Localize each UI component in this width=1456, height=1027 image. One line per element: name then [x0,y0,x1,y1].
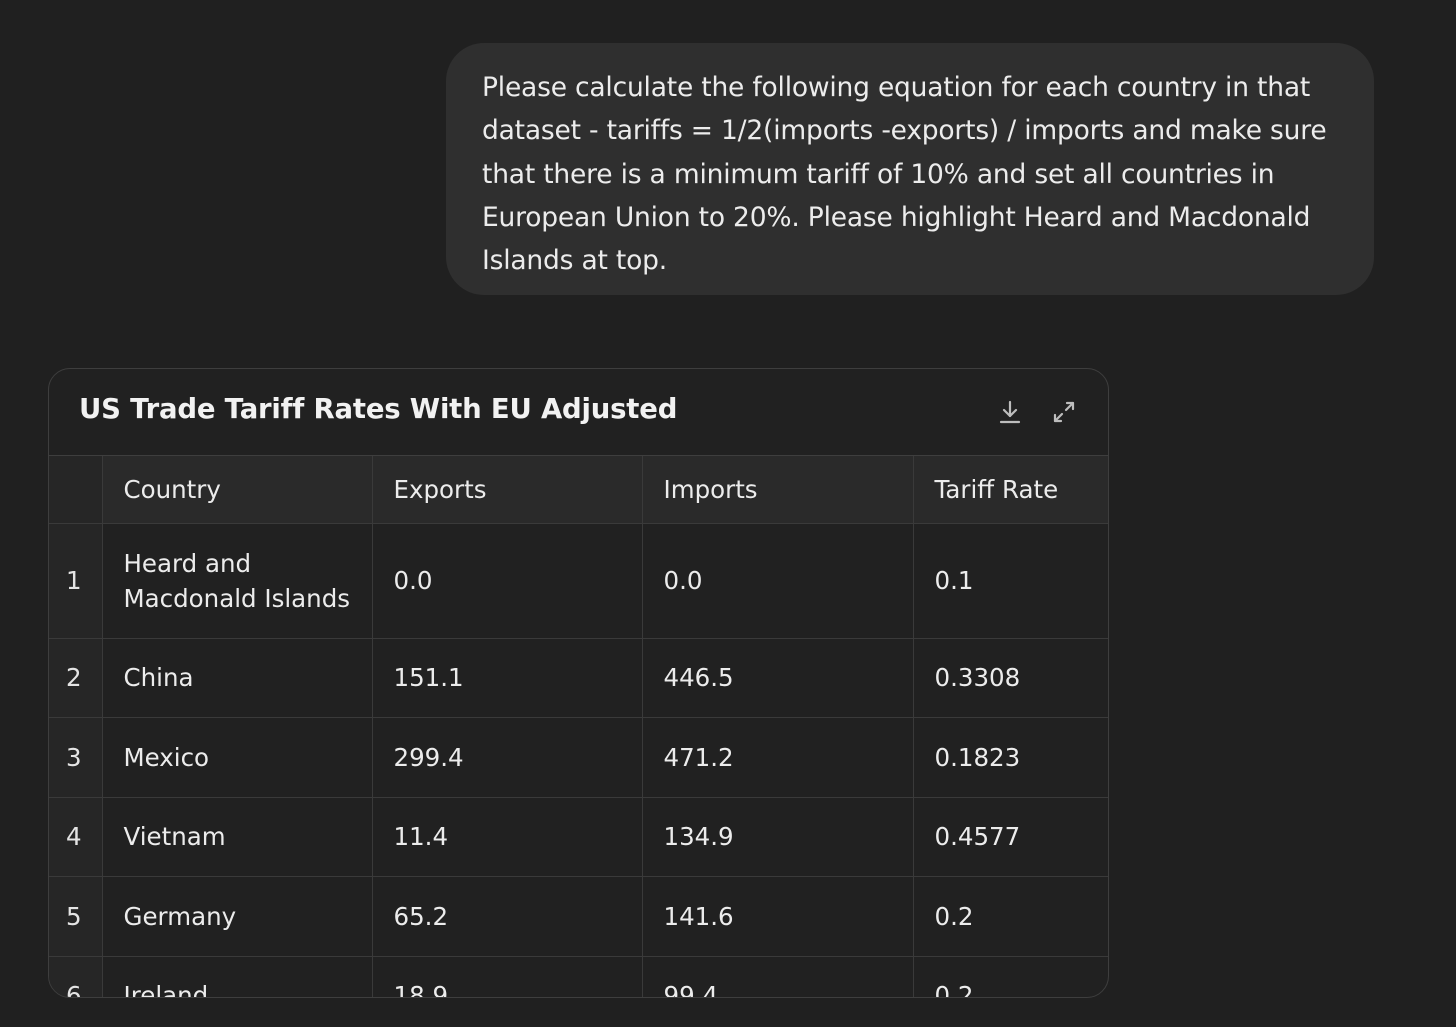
chat-page: Please calculate the following equation … [0,0,1456,1027]
country-name-line: Heard and [123,548,252,578]
exports-cell: 0.0 [372,523,643,639]
row-index: 6 [49,956,103,997]
imports-cell: 99.4 [642,956,914,997]
row-index: 3 [49,717,103,798]
imports-cell: 471.2 [642,717,914,798]
imports-cell: 134.9 [642,797,914,877]
table-title: US Trade Tariff Rates With EU Adjusted [79,393,678,425]
tariff-rate-cell: 0.1 [913,523,1108,639]
imports-cell: 0.0 [642,523,914,639]
exports-cell: 299.4 [372,717,643,798]
country-cell: Vietnam [102,797,373,877]
table-row: 3 Mexico 299.4 471.2 0.1823 [49,717,1108,798]
data-table-card: US Trade Tariff Rates With EU Adjusted C… [48,368,1109,998]
country-name-line: Macdonald Islands [123,583,351,613]
index-column-header [49,456,103,524]
country-cell: Heard and Macdonald Islands [102,523,373,639]
column-header-tariff-rate[interactable]: Tariff Rate [913,456,1108,524]
tariff-rate-cell: 0.3308 [913,638,1108,718]
row-index: 5 [49,876,103,957]
row-index: 2 [49,638,103,718]
exports-cell: 18.9 [372,956,643,997]
country-cell: Mexico [102,717,373,798]
country-cell: China [102,638,373,718]
table-row: 1 Heard and Macdonald Islands 0.0 0.0 0.… [49,523,1108,639]
tariff-rate-cell: 0.1823 [913,717,1108,798]
tariff-table: Country Exports Imports Tariff Rate 1 He… [49,456,1108,997]
row-index: 4 [49,797,103,877]
column-header-exports[interactable]: Exports [372,456,643,524]
tariff-rate-cell: 0.4577 [913,797,1108,877]
table-header-row: Country Exports Imports Tariff Rate [49,456,1108,524]
table-row: 2 China 151.1 446.5 0.3308 [49,638,1108,718]
user-message-line: European Union to 20%. Please highlight … [482,201,1311,233]
exports-cell: 65.2 [372,876,643,957]
imports-cell: 446.5 [642,638,914,718]
download-button[interactable] [996,398,1024,426]
table-card-header: US Trade Tariff Rates With EU Adjusted [49,369,1108,456]
expand-icon [1053,401,1075,423]
download-icon [999,400,1021,424]
exports-cell: 11.4 [372,797,643,877]
user-message-bubble: Please calculate the following equation … [446,43,1374,295]
table-row: 4 Vietnam 11.4 134.9 0.4577 [49,797,1108,877]
user-message-line: Islands at top. [482,245,667,277]
column-header-country[interactable]: Country [102,456,373,524]
row-index: 1 [49,523,103,639]
table-actions [996,398,1078,426]
tariff-rate-cell: 0.2 [913,956,1108,997]
user-message-line: that there is a minimum tariff of 10% an… [482,158,1275,190]
user-message-line: dataset - tariffs = 1/2(imports -exports… [482,115,1327,147]
country-cell: Ireland [102,956,373,997]
tariff-rate-cell: 0.2 [913,876,1108,957]
exports-cell: 151.1 [372,638,643,718]
country-cell: Germany [102,876,373,957]
imports-cell: 141.6 [642,876,914,957]
table-row: 5 Germany 65.2 141.6 0.2 [49,876,1108,957]
column-header-imports[interactable]: Imports [642,456,914,524]
table-row: 6 Ireland 18.9 99.4 0.2 [49,956,1108,997]
expand-button[interactable] [1050,398,1078,426]
user-message-line: Please calculate the following equation … [482,72,1311,103]
